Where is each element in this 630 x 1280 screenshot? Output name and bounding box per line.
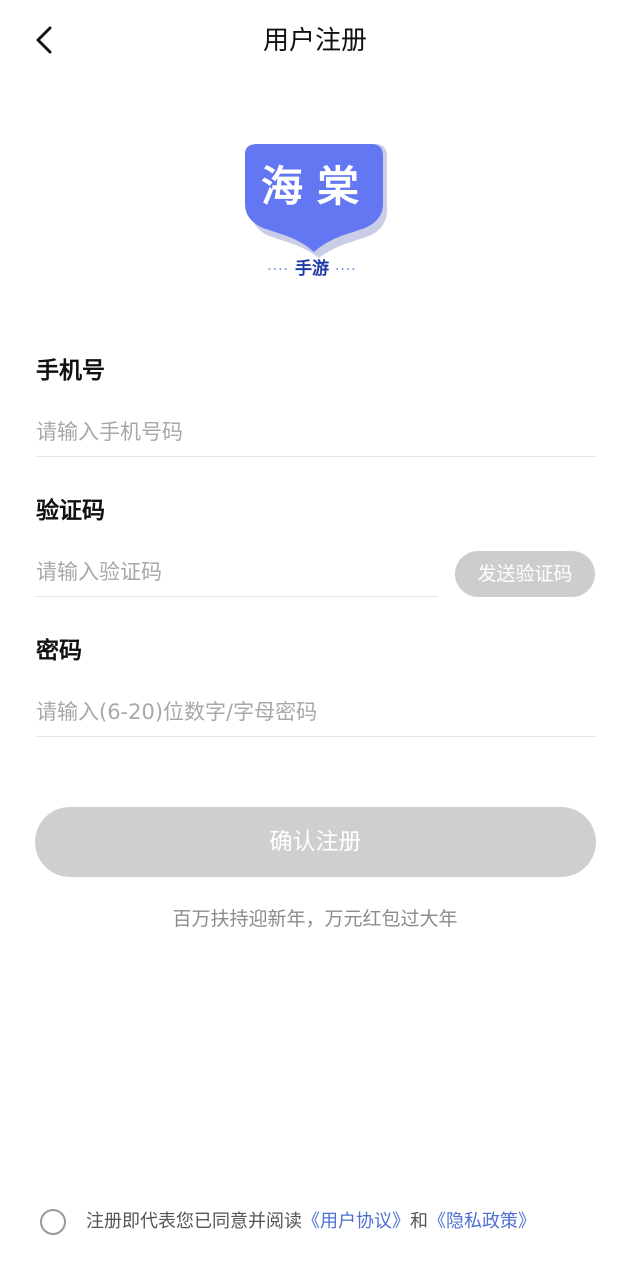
privacy-policy-link[interactable]: 《隐私政策》 — [428, 1211, 536, 1232]
user-agreement-link[interactable]: 《用户协议》 — [302, 1211, 410, 1232]
agreement-text: 注册即代表您已同意并阅读《用户协议》和《隐私政策》 — [86, 1208, 536, 1236]
password-label: 密码 — [36, 638, 82, 664]
phone-label: 手机号 — [36, 358, 105, 384]
page-title: 用户注册 — [262, 26, 367, 56]
top-bar: 用户注册 — [0, 0, 630, 84]
code-label: 验证码 — [36, 498, 105, 524]
agreement-conjunction: 和 — [410, 1211, 428, 1232]
confirm-register-button[interactable]: 确认注册 — [35, 807, 596, 877]
promo-text: 百万扶持迎新年，万元红包过大年 — [172, 908, 458, 930]
logo-main-text: 海棠 — [260, 162, 373, 211]
send-code-button[interactable]: 发送验证码 — [455, 551, 595, 597]
agreement-checkbox[interactable] — [40, 1209, 66, 1235]
phone-input[interactable] — [36, 410, 596, 454]
password-input[interactable] — [36, 690, 596, 734]
phone-divider — [36, 456, 596, 457]
agreement-row: 注册即代表您已同意并阅读《用户协议》和《隐私政策》 — [40, 1205, 620, 1239]
logo-dots-left: ···· — [267, 262, 290, 278]
code-divider — [36, 596, 438, 597]
logo-sub-label: 手游 — [295, 259, 329, 279]
password-divider — [36, 736, 596, 737]
logo-dots-right: ···· — [334, 262, 357, 278]
logo-sub-text: ···· 手游 ···· — [241, 258, 383, 281]
code-input[interactable] — [36, 550, 436, 594]
agreement-prefix: 注册即代表您已同意并阅读 — [86, 1211, 302, 1232]
app-logo: 海棠 ···· 手游 ···· — [241, 140, 391, 290]
